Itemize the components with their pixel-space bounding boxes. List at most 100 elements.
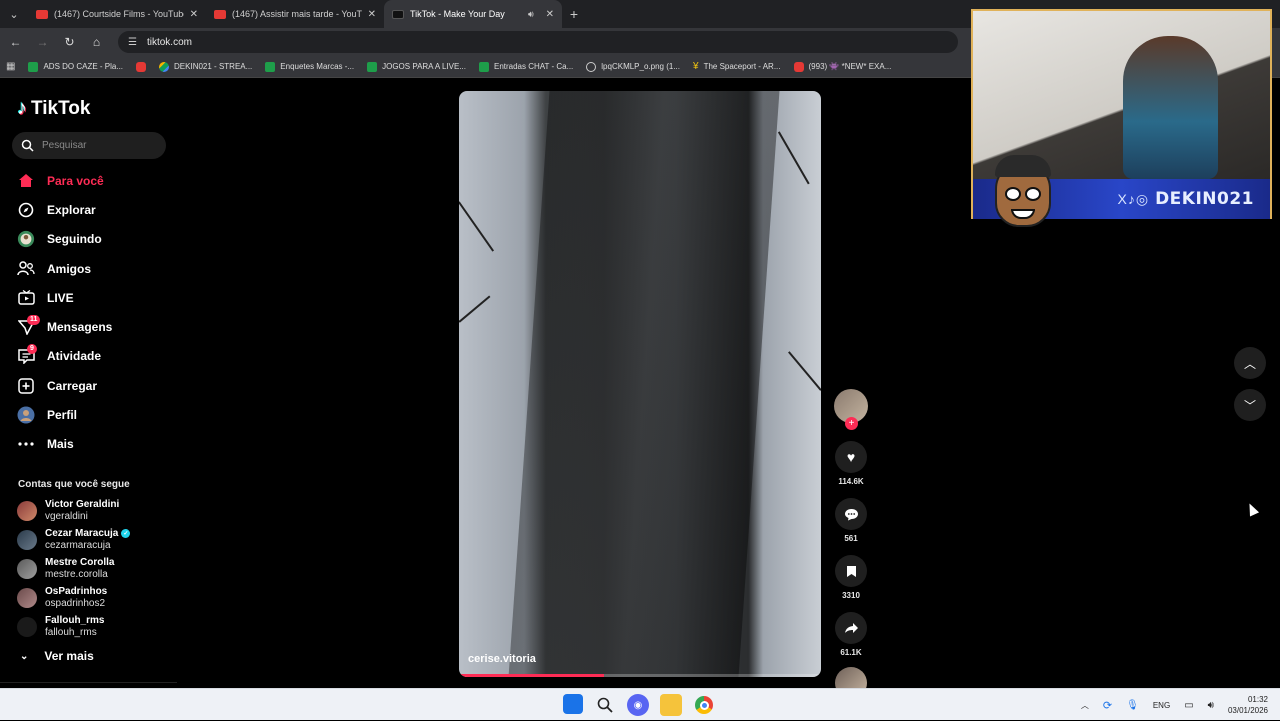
- compass-icon: [17, 201, 35, 219]
- url-field[interactable]: ☰ tiktok.com: [118, 31, 958, 53]
- bookmark-item[interactable]: (993) 👾 *NEW* EXA...: [793, 61, 892, 72]
- search-box[interactable]: [12, 132, 166, 159]
- bookmark-item[interactable]: [136, 61, 147, 72]
- close-icon[interactable]: ✕: [546, 9, 554, 20]
- sidebar-item-atividade[interactable]: 9 Atividade: [17, 342, 177, 371]
- back-icon[interactable]: ←: [2, 35, 29, 49]
- account-handle: mestre.corolla: [45, 568, 108, 580]
- close-icon[interactable]: ✕: [368, 9, 376, 20]
- avatar: [17, 500, 37, 521]
- share-count: 61.1K: [840, 648, 862, 657]
- banner-text: DEKIN021: [1155, 189, 1254, 209]
- bookmark-label: ADS DO CAZE - Pla...: [43, 62, 124, 71]
- language-indicator[interactable]: ENG: [1153, 701, 1170, 710]
- bookmark-item[interactable]: Entradas CHAT - Ca...: [478, 61, 573, 72]
- tiktok-logo[interactable]: ♪ TikTok: [17, 97, 90, 120]
- chrome-icon[interactable]: [693, 694, 715, 716]
- windows-start-icon[interactable]: [563, 694, 583, 714]
- apps-icon[interactable]: ▦: [6, 61, 15, 72]
- sidebar-item-amigos[interactable]: Amigos: [17, 254, 177, 283]
- bookmark-item[interactable]: lpqCKMLP_o.png (1...: [586, 61, 680, 72]
- previous-video-button[interactable]: ︿: [1234, 347, 1266, 379]
- search-input[interactable]: [42, 140, 152, 151]
- bookmark-item[interactable]: JOGOS PARA A LIVE...: [367, 61, 466, 72]
- youtube-icon: [36, 9, 48, 19]
- network-icon[interactable]: ▭: [1184, 700, 1193, 711]
- sidebar-menu: Para você Explorar Seguindo Amigos LIVE …: [17, 166, 177, 459]
- tab-search-button[interactable]: ⌄: [0, 0, 28, 28]
- webcam-overlay: X♪◎ DEKIN021: [971, 9, 1272, 227]
- chevron-up-icon: ︿: [1243, 356, 1256, 371]
- following-account[interactable]: OsPadrinhos ospadrinhos2: [17, 584, 177, 613]
- bookmark-icon[interactable]: [835, 555, 867, 587]
- home-icon[interactable]: ⌂: [83, 35, 110, 49]
- file-explorer-icon[interactable]: [660, 694, 682, 716]
- clock[interactable]: 01:32 03/01/2026: [1228, 694, 1268, 716]
- video-player[interactable]: cerise.vitoria: [459, 91, 821, 677]
- next-video-button[interactable]: ﹀: [1234, 389, 1266, 421]
- video-author[interactable]: cerise.vitoria: [468, 653, 536, 665]
- close-icon[interactable]: ✕: [190, 9, 198, 20]
- new-tab-button[interactable]: +: [562, 6, 586, 22]
- mascot-avatar: [995, 155, 1051, 227]
- sidebar-item-label: LIVE: [47, 290, 74, 305]
- account-name: Cezar Maracuja: [45, 527, 119, 539]
- sidebar-item-carregar[interactable]: Carregar: [17, 371, 177, 400]
- reload-icon[interactable]: ↻: [56, 35, 83, 49]
- sidebar-item-perfil[interactable]: Perfil: [17, 400, 177, 429]
- like-action[interactable]: ♥ 114.6K: [832, 441, 870, 486]
- youtube-icon: [793, 61, 804, 72]
- bookmark-item[interactable]: Enquetes Marcas -...: [265, 61, 355, 72]
- comment-count: 561: [844, 534, 858, 543]
- bookmark-item[interactable]: ¥ The Spaceport - AR...: [693, 61, 781, 72]
- profile-icon: [17, 406, 35, 424]
- site-settings-icon[interactable]: ☰: [128, 37, 137, 48]
- speaker-icon[interactable]: 🔊︎: [528, 9, 534, 20]
- following-account[interactable]: Victor Geraldini vgeraldini: [17, 496, 177, 525]
- sidebar-item-seguindo[interactable]: Seguindo: [17, 225, 177, 254]
- sidebar-item-explorar[interactable]: Explorar: [17, 195, 177, 224]
- bookmark-label: Enquetes Marcas -...: [280, 62, 355, 71]
- sidebar-item-label: Carregar: [47, 378, 98, 393]
- account-handle: fallouh_rms: [45, 627, 97, 639]
- tab-courtside-films[interactable]: (1467) Courtside Films - YouTube ✕: [28, 0, 206, 28]
- following-account[interactable]: Cezar Maracuja ✓ cezarmaracuja: [17, 525, 177, 554]
- sidebar-item-live[interactable]: LIVE: [17, 283, 177, 312]
- see-more-button[interactable]: ⌄ Ver mais: [20, 649, 94, 663]
- upload-icon: [17, 377, 35, 395]
- share-icon[interactable]: [835, 612, 867, 644]
- account-handle: vgeraldini: [45, 510, 88, 522]
- webcam-background: [973, 11, 1270, 179]
- link-icon: [586, 61, 597, 72]
- save-count: 3310: [842, 591, 860, 600]
- chevron-up-icon[interactable]: ︿: [1081, 700, 1089, 711]
- bookmark-label: (993) 👾 *NEW* EXA...: [808, 62, 892, 71]
- comment-action[interactable]: 561: [832, 498, 870, 543]
- discord-icon[interactable]: ◉: [627, 694, 649, 716]
- video-progress-bar[interactable]: [459, 674, 821, 677]
- comment-icon[interactable]: [835, 498, 867, 530]
- video-frame: [788, 351, 821, 391]
- microphone-icon[interactable]: 🎙︎: [1126, 700, 1139, 711]
- tab-tiktok[interactable]: TikTok - Make Your Day 🔊︎ ✕: [384, 0, 562, 28]
- clock-time: 01:32: [1247, 695, 1268, 704]
- mouse-cursor-icon: [1244, 501, 1260, 517]
- share-action[interactable]: 61.1K: [832, 612, 870, 657]
- sidebar-item-para-voce[interactable]: Para você: [17, 166, 177, 195]
- following-account[interactable]: Fallouh_rms fallouh_rms: [17, 613, 177, 642]
- sidebar-item-mensagens[interactable]: 11 Mensagens: [17, 312, 177, 341]
- sync-icon[interactable]: ⟳: [1103, 699, 1112, 712]
- author-avatar[interactable]: +: [834, 389, 868, 430]
- volume-icon[interactable]: 🔊︎: [1208, 700, 1214, 711]
- search-icon[interactable]: [594, 694, 616, 716]
- bookmark-label: JOGOS PARA A LIVE...: [382, 62, 466, 71]
- tab-assistir-mais-tarde[interactable]: (1467) Assistir mais tarde - YouTube ✕: [206, 0, 384, 28]
- bookmark-item[interactable]: DEKIN021 - STREA...: [159, 61, 252, 72]
- bookmark-item[interactable]: ADS DO CAZE - Pla...: [28, 61, 124, 72]
- follow-plus-icon[interactable]: +: [845, 417, 858, 430]
- save-action[interactable]: 3310: [832, 555, 870, 600]
- forward-icon[interactable]: →: [29, 35, 56, 49]
- heart-icon[interactable]: ♥: [835, 441, 867, 473]
- following-account[interactable]: Mestre Corolla mestre.corolla: [17, 554, 177, 583]
- sidebar-item-mais[interactable]: Mais: [17, 430, 177, 459]
